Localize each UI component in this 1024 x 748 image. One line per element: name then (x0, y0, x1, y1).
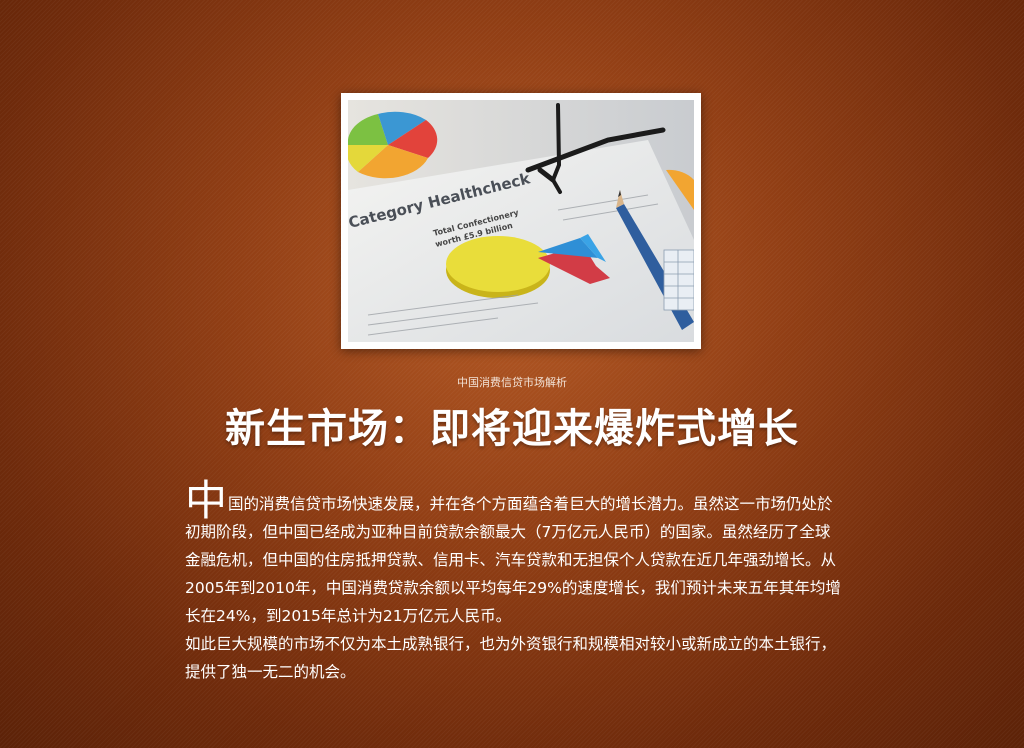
report-chart-photo: Category Healthcheck Total Confectionery… (348, 100, 694, 342)
hero-photo: Category Healthcheck Total Confectionery… (341, 93, 701, 349)
page-title: 新生市场：即将迎来爆炸式增长 (225, 406, 799, 452)
page-subtitle: 中国消费信贷市场解析 (457, 376, 567, 389)
article-body: 中国的消费信贷市场快速发展，并在各个方面蕴含着巨大的增长潜力。虽然这一市场仍处於… (185, 480, 845, 686)
drop-cap: 中 (185, 476, 228, 525)
article-paragraph-2: 如此巨大规模的市场不仅为本土成熟银行，也为外资银行和规模相对较小或新成立的本土银… (185, 635, 837, 681)
article-paragraph-1-text: 国的消费信贷市场快速发展，并在各个方面蕴含着巨大的增长潜力。虽然这一市场仍处於初… (185, 495, 841, 625)
article-paragraph-1: 中国的消费信贷市场快速发展，并在各个方面蕴含着巨大的增长潜力。虽然这一市场仍处於… (185, 480, 845, 630)
data-table (663, 249, 694, 311)
